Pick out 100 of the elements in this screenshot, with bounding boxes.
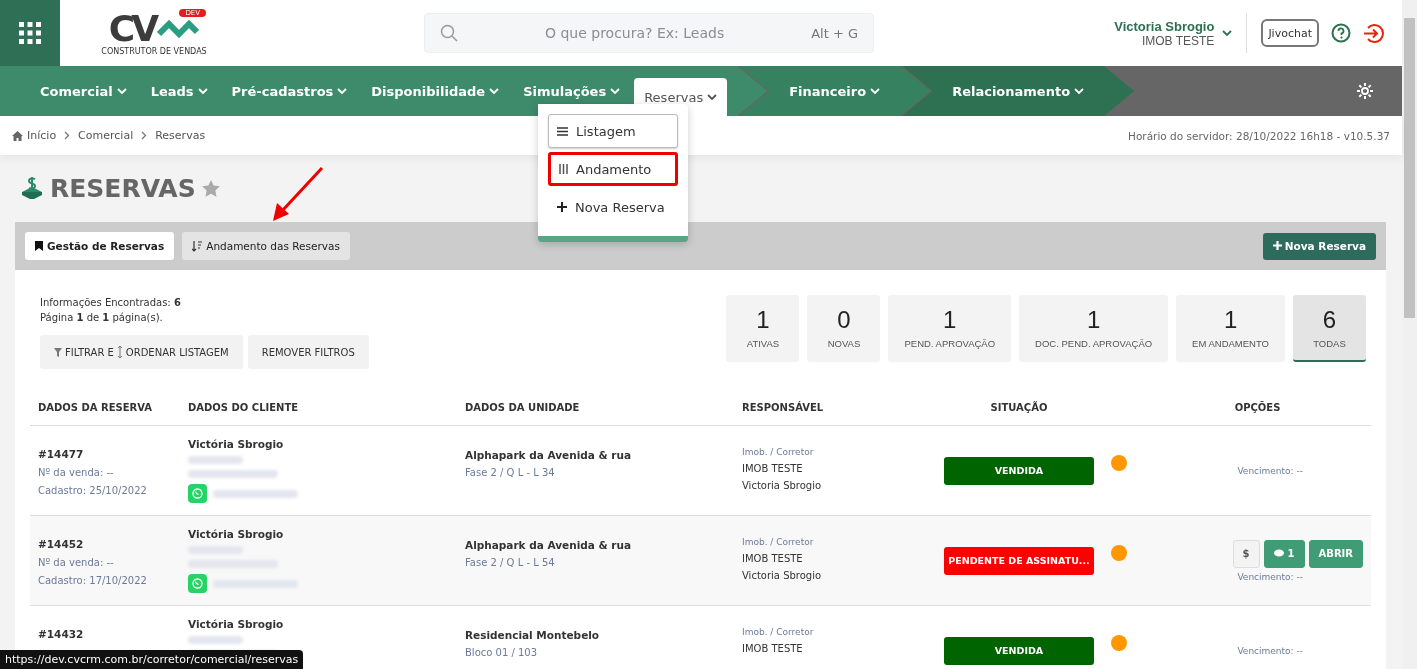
help-icon (1331, 23, 1351, 43)
unit-detail: Bloco 01 / 103 (465, 647, 539, 658)
chevron-down-icon (1074, 87, 1085, 95)
dropdown-item[interactable]: Andamento (548, 152, 678, 186)
results-info: Página 1 de 1 página(s). (40, 311, 164, 325)
list-icon (557, 126, 568, 136)
nav-menu-item[interactable]: Disponibilidade (361, 76, 510, 106)
status-badge: PENDENTE DE ASSINATU... (944, 546, 1094, 575)
logout-icon (1363, 22, 1384, 44)
column-header: DADOS DA RESERVA (37, 401, 153, 413)
chevron-down-icon (707, 93, 718, 101)
logo-wave-icon (157, 17, 200, 40)
annotation-arrow (270, 165, 326, 223)
bookmark-icon (35, 241, 43, 251)
unit-name: Alphapark da Avenida & rua (465, 449, 633, 461)
dropdown-item[interactable]: Listagem (548, 114, 678, 148)
new-reservation-button[interactable]: Nova Reserva (1262, 232, 1376, 260)
chat-button[interactable]: Jivochat (1261, 19, 1319, 47)
breadcrumb-link[interactable]: Reservas (155, 129, 206, 142)
sort-icon (192, 240, 203, 252)
star-icon[interactable] (201, 179, 220, 197)
reservation-id: #14432 (38, 628, 85, 640)
search-shortcut: Alt + G (811, 25, 858, 41)
nav-menu-item[interactable]: Pré-cadastros (221, 76, 358, 106)
nav-menu-item[interactable]: Comercial (30, 76, 137, 106)
column-header: DADOS DA UNIDADE (464, 401, 580, 413)
filter-icon (54, 347, 62, 357)
phone-icon (192, 488, 203, 499)
page-title: RESERVAS (50, 173, 196, 203)
column-header: SITUAÇÃO (990, 401, 1048, 413)
client-name: Victória Sbrogio (188, 438, 285, 450)
columns-icon (559, 164, 568, 174)
chevron-down-icon (489, 87, 500, 95)
status-filter-card[interactable]: 1 EM ANDAMENTO (1176, 295, 1285, 362)
row-action-button[interactable]: $ (1232, 539, 1260, 568)
responsible-label: Imob. / Corretor (742, 627, 815, 637)
filter-button[interactable]: REMOVER FILTROS (247, 335, 369, 369)
phone-icon (192, 578, 203, 589)
status-filter-card[interactable]: 0 NOVAS (807, 295, 881, 362)
reservation-id: #14477 (38, 448, 85, 460)
search-field[interactable]: O que procura? Ex: Leads Alt + G (424, 13, 874, 53)
agency-name: IMOB TESTE (742, 463, 804, 474)
status-filter-card[interactable]: 1 DOC. PEND. APROVAÇÃO (1019, 295, 1169, 362)
money-stack-icon (20, 177, 44, 199)
nav-menu-item[interactable]: Leads (140, 76, 218, 106)
nav-menu-item[interactable]: Simulações (513, 76, 631, 106)
agent-name: Victoria Sbrogio (742, 570, 823, 581)
unit-name: Residencial Montebelo (465, 629, 601, 641)
chevron-down-icon (116, 87, 127, 95)
column-header: RESPONSÁVEL (741, 401, 824, 413)
chevron-down-icon (610, 87, 621, 95)
sort-arrows-icon (116, 346, 123, 358)
due-date: Vencimento: -- (1237, 645, 1303, 656)
server-time: Horário do servidor: 28/10/2022 16h18 - v10.5.37 (1128, 129, 1390, 142)
logo-mark: CV (108, 10, 156, 47)
agency-name: IMOB TESTE (742, 553, 804, 564)
grid-icon (19, 22, 41, 44)
chevron-down-icon (1222, 29, 1233, 37)
unit-detail: Fase 2 / Q L - L 54 (465, 557, 556, 568)
logout-button[interactable] (1363, 22, 1384, 44)
search-input[interactable]: O que procura? Ex: Leads (468, 24, 802, 42)
created-date: Cadastro: 25/10/2022 (38, 485, 148, 496)
status-filter-card[interactable]: 6 TODAS (1293, 295, 1366, 362)
search-icon (440, 24, 458, 42)
chevron-right-icon (64, 131, 71, 140)
breadcrumb-link[interactable]: Início (12, 129, 57, 142)
status-filter-card[interactable]: 1 ATIVAS (726, 295, 800, 362)
sale-number: Nº da venda: -- (38, 557, 115, 568)
column-header: OPÇÕES (1234, 401, 1281, 413)
client-name: Victória Sbrogio (188, 618, 285, 630)
status-badge: VENDIDA (944, 456, 1094, 485)
reservation-id: #14452 (38, 538, 85, 550)
results-info: Informações Encontradas: 6 (40, 296, 182, 310)
blurred-text (188, 456, 243, 464)
tab[interactable]: Gestão de Reservas (25, 232, 175, 260)
responsible-label: Imob. / Corretor (742, 537, 815, 547)
agency-name: IMOB TESTE (742, 643, 804, 654)
tab[interactable]: Andamento das Reservas (182, 232, 350, 260)
status-filter-card[interactable]: 1 PEND. APROVAÇÃO (888, 295, 1012, 362)
chevron-down-icon (870, 87, 881, 95)
home-icon (12, 130, 23, 141)
breadcrumb-link[interactable]: Comercial (78, 129, 134, 142)
status-url: https://dev.cvcrm.com.br/corretor/comercial/reservas (0, 650, 304, 669)
blurred-text (188, 636, 243, 644)
unit-name: Alphapark da Avenida & rua (465, 539, 633, 551)
apps-menu-button[interactable] (0, 0, 60, 66)
user-company: IMOB TESTE (1141, 33, 1215, 48)
user-menu[interactable]: Victoria Sbrogio IMOB TESTE (1100, 13, 1248, 53)
status-badge: VENDIDA (944, 636, 1094, 665)
filter-button[interactable]: FILTRAR E ORDENAR LISTAGEM (40, 335, 243, 369)
responsible-label: Imob. / Corretor (742, 447, 815, 457)
logo-tagline: CONSTRUTOR DE VENDAS (101, 46, 207, 56)
user-name: Victoria Sbrogio (1114, 18, 1215, 34)
chevron-down-icon (337, 87, 348, 95)
sale-number: Nº da venda: -- (38, 467, 115, 478)
due-date: Vencimento: -- (1237, 465, 1303, 476)
client-name: Victória Sbrogio (188, 528, 285, 540)
help-button[interactable] (1331, 23, 1351, 43)
due-date: Vencimento: -- (1237, 571, 1303, 582)
plus-icon (1272, 241, 1282, 250)
